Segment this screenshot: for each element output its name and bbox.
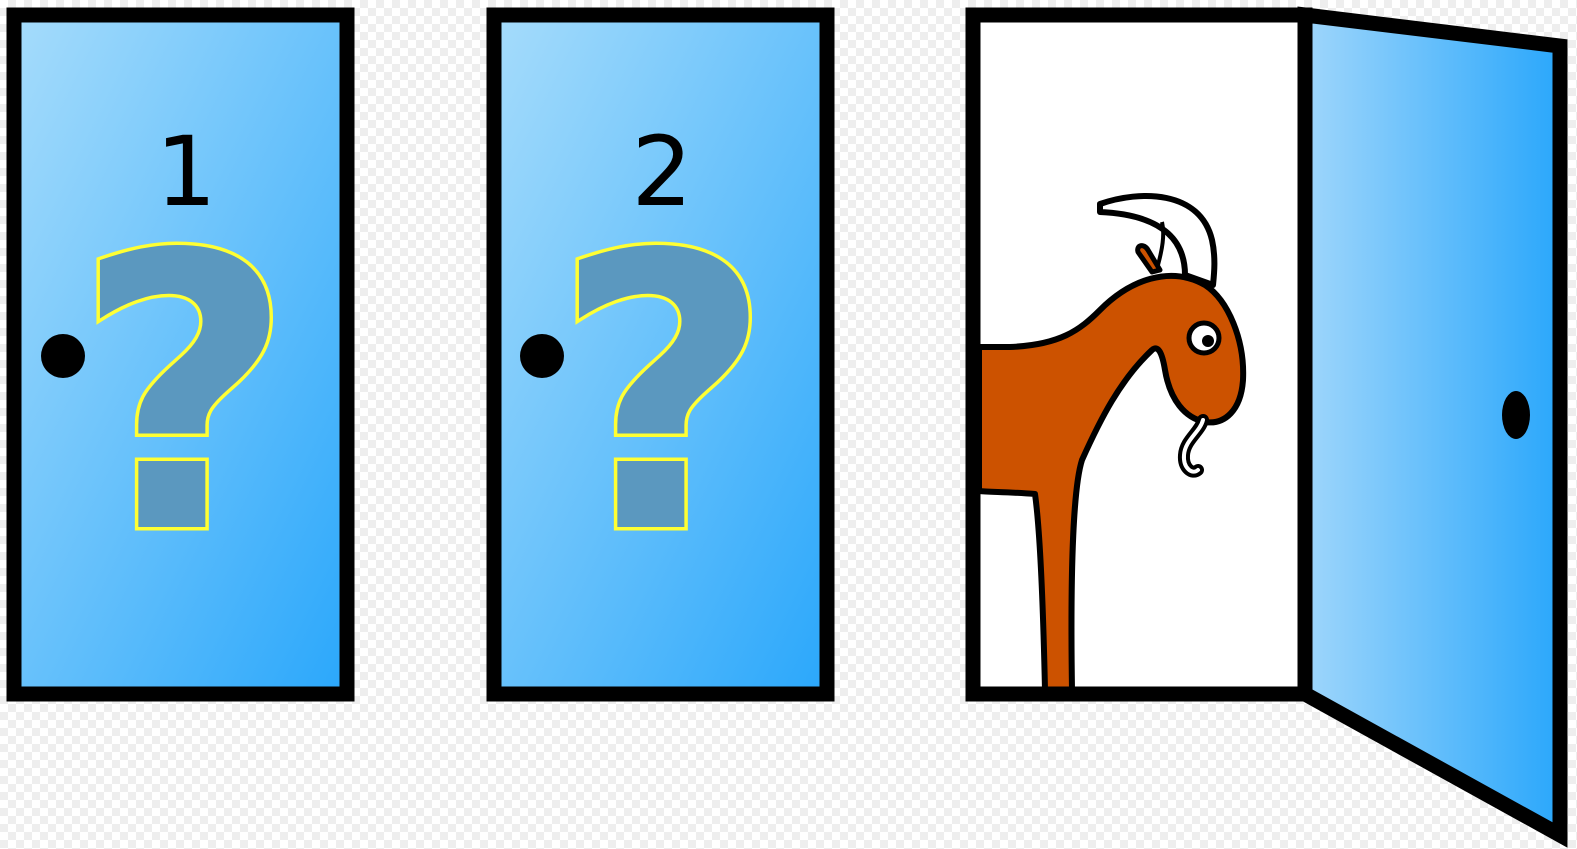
door-1-question-mark: ?: [74, 174, 294, 617]
door-3-knob: [1502, 391, 1530, 439]
door-2-question-mark: ?: [553, 174, 773, 617]
door-2: 2 ?: [486, 7, 835, 702]
door-3: [965, 6, 1568, 848]
door-1: 1 ?: [6, 7, 355, 702]
monty-hall-doors-diagram: 1 ? 2 ?: [6, 6, 1568, 848]
